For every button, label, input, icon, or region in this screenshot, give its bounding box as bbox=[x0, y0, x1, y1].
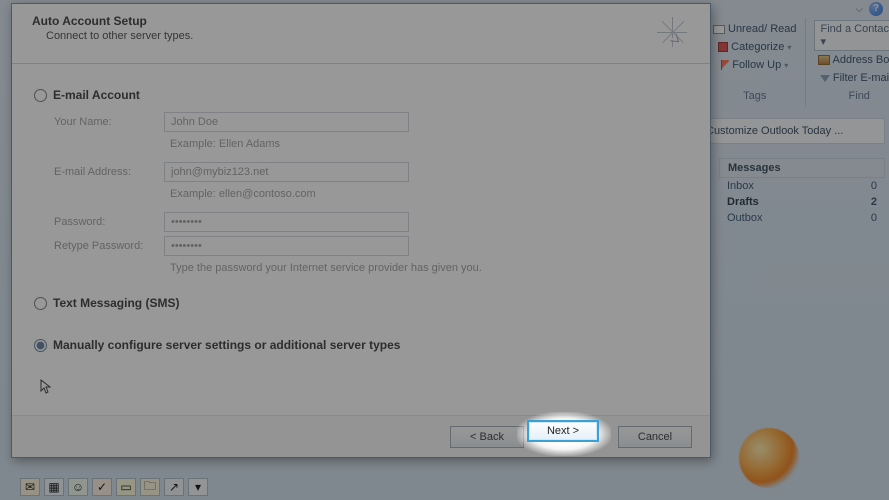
retype-password-label: Retype Password: bbox=[54, 240, 164, 252]
outlook-today-panel: Customize Outlook Today ... Messages Inb… bbox=[695, 118, 885, 226]
your-name-input bbox=[164, 112, 409, 132]
password-hint: Type the password your Internet service … bbox=[164, 260, 688, 276]
cursor-pointer-icon bbox=[40, 379, 52, 395]
messages-row-count: 2 bbox=[871, 196, 877, 208]
ribbon-right: Unread/ Read Categorize ▾ Follow Up ▾ Ta… bbox=[705, 18, 885, 106]
ribbon-group-label-tags: Tags bbox=[743, 88, 766, 104]
address-book-icon bbox=[818, 55, 830, 65]
follow-up-button[interactable]: Follow Up ▾ bbox=[717, 57, 792, 73]
help-icon[interactable]: ? bbox=[869, 2, 883, 16]
funnel-icon bbox=[820, 75, 830, 82]
categorize-button[interactable]: Categorize ▾ bbox=[714, 39, 795, 55]
address-book-button[interactable]: Address Book bbox=[814, 52, 889, 68]
retype-password-input bbox=[164, 236, 409, 256]
dialog-header: Auto Account Setup Connect to other serv… bbox=[12, 4, 710, 64]
password-input bbox=[164, 212, 409, 232]
envelope-icon bbox=[713, 25, 725, 34]
messages-row-label: Inbox bbox=[727, 180, 754, 192]
nav-mail-icon[interactable]: ✉ bbox=[20, 478, 40, 496]
cancel-button[interactable]: Cancel bbox=[618, 426, 692, 448]
email-address-input bbox=[164, 162, 409, 182]
ribbon-group-tags: Unread/ Read Categorize ▾ Follow Up ▾ Ta… bbox=[705, 18, 806, 106]
messages-row-label: Drafts bbox=[727, 196, 759, 208]
messages-box: Messages Inbox 0 Drafts 2 Outbox 0 bbox=[695, 158, 885, 226]
messages-row-inbox[interactable]: Inbox 0 bbox=[719, 178, 885, 194]
messages-row-count: 0 bbox=[871, 180, 877, 192]
messages-row-label: Outbox bbox=[727, 212, 762, 224]
filter-email-button[interactable]: Filter E-mail ▾ bbox=[816, 70, 889, 86]
dialog-button-row: < Back Next > Cancel bbox=[12, 415, 710, 457]
window-top-right: ⌵ ? bbox=[855, 0, 889, 18]
option-email-account[interactable]: E-mail Account bbox=[34, 88, 688, 102]
radio-manual-configure[interactable] bbox=[34, 339, 47, 352]
nav-more-icon[interactable]: ▾ bbox=[188, 478, 208, 496]
navigation-switcher: ✉ ▦ ☺ ✓ ▭ 🗀 ↗ ▾ bbox=[20, 478, 208, 496]
option-text-messaging-label: Text Messaging (SMS) bbox=[53, 296, 179, 310]
dialog-subtitle: Connect to other server types. bbox=[46, 30, 690, 42]
nav-folder-icon[interactable]: 🗀 bbox=[140, 478, 160, 496]
nav-people-icon[interactable]: ☺ bbox=[68, 478, 88, 496]
your-name-label: Your Name: bbox=[54, 116, 164, 128]
address-book-label: Address Book bbox=[833, 54, 889, 66]
radio-email-account[interactable] bbox=[34, 89, 47, 102]
option-text-messaging[interactable]: Text Messaging (SMS) bbox=[34, 296, 688, 310]
option-manual-configure-label: Manually configure server settings or ad… bbox=[53, 338, 400, 352]
find-contact-label: Find a Contact bbox=[821, 23, 889, 35]
ribbon-collapse-icon[interactable]: ⌵ bbox=[855, 4, 863, 15]
back-button[interactable]: < Back bbox=[450, 426, 524, 448]
chevron-down-icon: ▾ bbox=[787, 43, 791, 52]
ribbon-group-label-find: Find bbox=[849, 88, 870, 104]
option-manual-configure[interactable]: Manually configure server settings or ad… bbox=[34, 338, 688, 352]
nav-shortcuts-icon[interactable]: ↗ bbox=[164, 478, 184, 496]
email-form-block: Your Name: Example: Ellen Adams E-mail A… bbox=[54, 112, 688, 276]
decorative-orb bbox=[739, 428, 799, 488]
find-contact-input[interactable]: Find a Contact ▾ bbox=[814, 20, 889, 51]
email-address-label: E-mail Address: bbox=[54, 166, 164, 178]
unread-read-label: Unread/ Read bbox=[728, 23, 797, 35]
category-icon bbox=[718, 42, 728, 52]
radio-text-messaging[interactable] bbox=[34, 297, 47, 310]
auto-account-setup-dialog: Auto Account Setup Connect to other serv… bbox=[11, 3, 711, 458]
messages-row-drafts[interactable]: Drafts 2 bbox=[719, 194, 885, 210]
categorize-label: Categorize bbox=[731, 41, 784, 53]
customize-outlook-today-button[interactable]: Customize Outlook Today ... bbox=[695, 118, 885, 144]
follow-up-label: Follow Up bbox=[732, 59, 781, 71]
nav-tasks-icon[interactable]: ✓ bbox=[92, 478, 112, 496]
nav-calendar-icon[interactable]: ▦ bbox=[44, 478, 64, 496]
unread-read-button[interactable]: Unread/ Read bbox=[709, 21, 801, 37]
messages-header: Messages bbox=[719, 158, 885, 178]
chevron-down-icon: ▾ bbox=[784, 61, 788, 70]
nav-notes-icon[interactable]: ▭ bbox=[116, 478, 136, 496]
your-name-example: Example: Ellen Adams bbox=[164, 136, 688, 152]
dialog-body: E-mail Account Your Name: Example: Ellen… bbox=[12, 64, 710, 415]
next-button-highlighted[interactable]: Next > bbox=[527, 420, 599, 442]
password-label: Password: bbox=[54, 216, 164, 228]
chevron-down-icon: ▾ bbox=[821, 36, 827, 48]
dialog-title: Auto Account Setup bbox=[32, 14, 690, 28]
messages-row-outbox[interactable]: Outbox 0 bbox=[719, 210, 885, 226]
option-email-account-label: E-mail Account bbox=[53, 88, 140, 102]
filter-email-label: Filter E-mail bbox=[833, 72, 889, 84]
ribbon-group-find: Find a Contact ▾ Address Book Filter E-m… bbox=[810, 18, 889, 106]
dialog-click-burst-icon bbox=[652, 12, 692, 52]
flag-icon bbox=[721, 60, 729, 70]
messages-row-count: 0 bbox=[871, 212, 877, 224]
email-address-example: Example: ellen@contoso.com bbox=[164, 186, 688, 202]
